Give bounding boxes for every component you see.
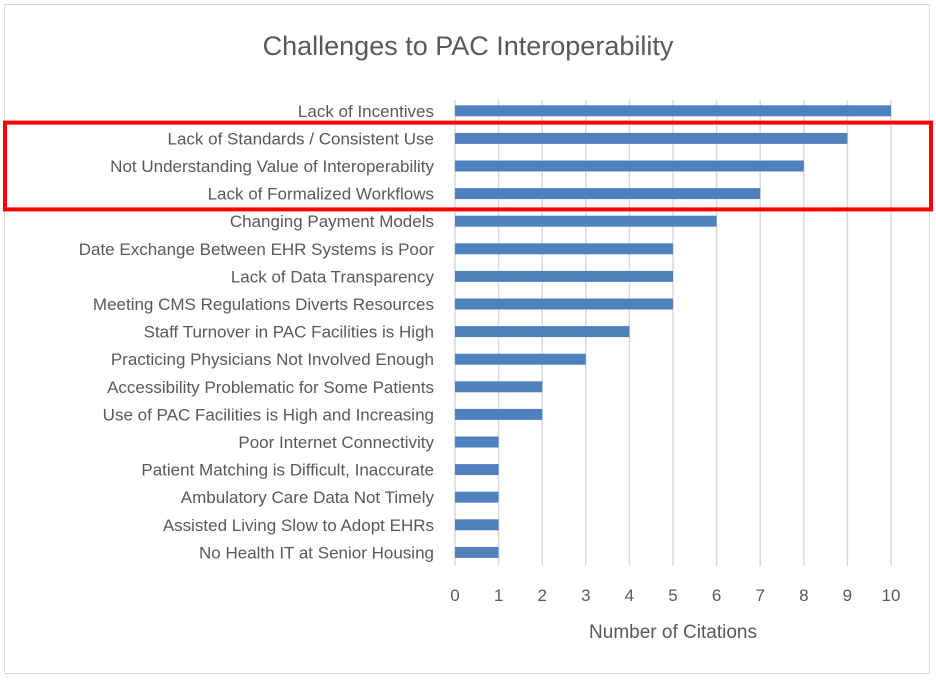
bar	[455, 464, 499, 476]
x-tick-label: 6	[712, 586, 721, 605]
bar	[455, 132, 848, 144]
bar	[455, 326, 630, 338]
bar	[455, 105, 891, 117]
category-label: Accessibility Problematic for Some Patie…	[107, 378, 434, 397]
category-label: Date Exchange Between EHR Systems is Poo…	[79, 240, 435, 259]
category-label: Changing Payment Models	[230, 212, 434, 231]
bar	[455, 546, 499, 558]
category-label: Practicing Physicians Not Involved Enoug…	[111, 350, 434, 369]
category-label: Lack of Incentives	[298, 102, 434, 121]
x-tick-label: 2	[537, 586, 546, 605]
bar	[455, 408, 543, 420]
x-axis-title: Number of Citations	[589, 622, 757, 643]
x-tick-label: 0	[450, 586, 459, 605]
bar	[455, 243, 673, 255]
x-tick-label: 7	[755, 586, 764, 605]
x-tick-label: 5	[668, 586, 677, 605]
x-tick-label: 9	[843, 586, 852, 605]
category-label: Patient Matching is Difficult, Inaccurat…	[141, 461, 434, 480]
category-labels: Lack of Incentives Lack of Standards / Co…	[79, 102, 435, 563]
bar	[455, 215, 717, 227]
category-label: Poor Internet Connectivity	[238, 433, 434, 452]
bar	[455, 298, 673, 310]
bar	[455, 160, 804, 172]
category-label: Assisted Living Slow to Adopt EHRs	[163, 516, 434, 535]
bar-chart: Challenges to PAC Interoperability Lack …	[3, 31, 933, 643]
x-tick-label: 3	[581, 586, 590, 605]
x-tick-labels: 0 1 2 3 4 5 6 7 8 9 10	[450, 586, 900, 605]
category-label: No Health IT at Senior Housing	[199, 543, 434, 562]
category-label: Staff Turnover in PAC Facilities is High	[144, 323, 434, 342]
bar	[455, 270, 673, 282]
category-label: Lack of Formalized Workflows	[208, 185, 434, 204]
category-label: Lack of Standards / Consistent Use	[168, 129, 434, 148]
x-tick-label: 4	[625, 586, 634, 605]
bar	[455, 353, 586, 365]
category-label: Meeting CMS Regulations Diverts Resource…	[93, 295, 434, 314]
x-tick-label: 10	[882, 586, 901, 605]
x-tick-label: 1	[494, 586, 503, 605]
category-label: Ambulatory Care Data Not Timely	[181, 488, 435, 507]
bar	[455, 519, 499, 531]
category-label: Use of PAC Facilities is High and Increa…	[103, 405, 434, 424]
bar	[455, 381, 543, 393]
bar	[455, 188, 761, 200]
category-label: Not Understanding Value of Interoperabil…	[110, 157, 434, 176]
bar	[455, 436, 499, 448]
x-tick-label: 8	[799, 586, 808, 605]
category-label: Lack of Data Transparency	[231, 267, 435, 286]
chart-title: Challenges to PAC Interoperability	[263, 31, 674, 61]
bar	[455, 491, 499, 503]
